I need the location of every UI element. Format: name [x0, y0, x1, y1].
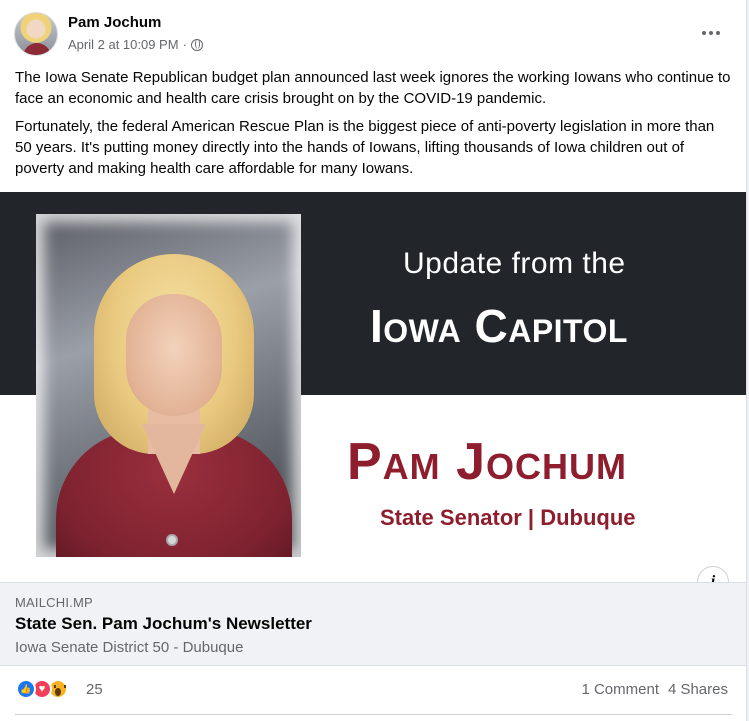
post-text: The Iowa Senate Republican budget plan a…	[15, 67, 735, 186]
post-timestamp[interactable]: April 2 at 10:09 PM	[68, 37, 179, 52]
comment-count[interactable]: 1 Comment	[581, 681, 659, 698]
like-icon	[16, 679, 36, 699]
info-icon[interactable]: i	[697, 566, 729, 582]
dot-icon	[716, 31, 720, 35]
reaction-count[interactable]: 25	[86, 681, 103, 698]
banner-senator-name: Pam Jochum	[347, 433, 628, 491]
globe-icon[interactable]	[190, 38, 203, 51]
share-count[interactable]: 4 Shares	[668, 681, 728, 698]
meta-separator: ·	[182, 37, 187, 52]
banner-capitol-text: Iowa Capitol	[370, 300, 628, 352]
dot-icon	[702, 31, 706, 35]
link-meta[interactable]: MAILCHI.MP State Sen. Pam Jochum's Newsl…	[0, 582, 746, 666]
banner-update-text: Update from the	[403, 247, 626, 280]
link-domain: MAILCHI.MP	[15, 595, 93, 610]
reaction-icons[interactable]	[16, 679, 68, 699]
link-preview-image[interactable]: Update from the Iowa Capitol Pam Jochum …	[0, 192, 746, 582]
dot-icon	[709, 31, 713, 35]
post-header: Pam Jochum April 2 at 10:09 PM ·	[14, 12, 734, 62]
link-description: Iowa Senate District 50 - Dubuque	[15, 639, 244, 656]
post-paragraph: The Iowa Senate Republican budget plan a…	[15, 69, 731, 107]
post-paragraph: Fortunately, the federal American Rescue…	[15, 118, 715, 177]
link-title[interactable]: State Sen. Pam Jochum's Newsletter	[15, 614, 312, 634]
reactions-bar: 25 1 Comment 4 Shares	[0, 666, 746, 714]
more-options-button[interactable]	[696, 18, 726, 48]
avatar[interactable]	[14, 12, 58, 56]
post-meta: April 2 at 10:09 PM ·	[68, 37, 203, 52]
senator-portrait	[36, 214, 301, 557]
author-name[interactable]: Pam Jochum	[68, 14, 161, 31]
post-card: Pam Jochum April 2 at 10:09 PM · The Iow…	[0, 0, 747, 721]
banner-senator-role: State Senator | Dubuque	[380, 505, 636, 530]
divider	[15, 714, 732, 715]
